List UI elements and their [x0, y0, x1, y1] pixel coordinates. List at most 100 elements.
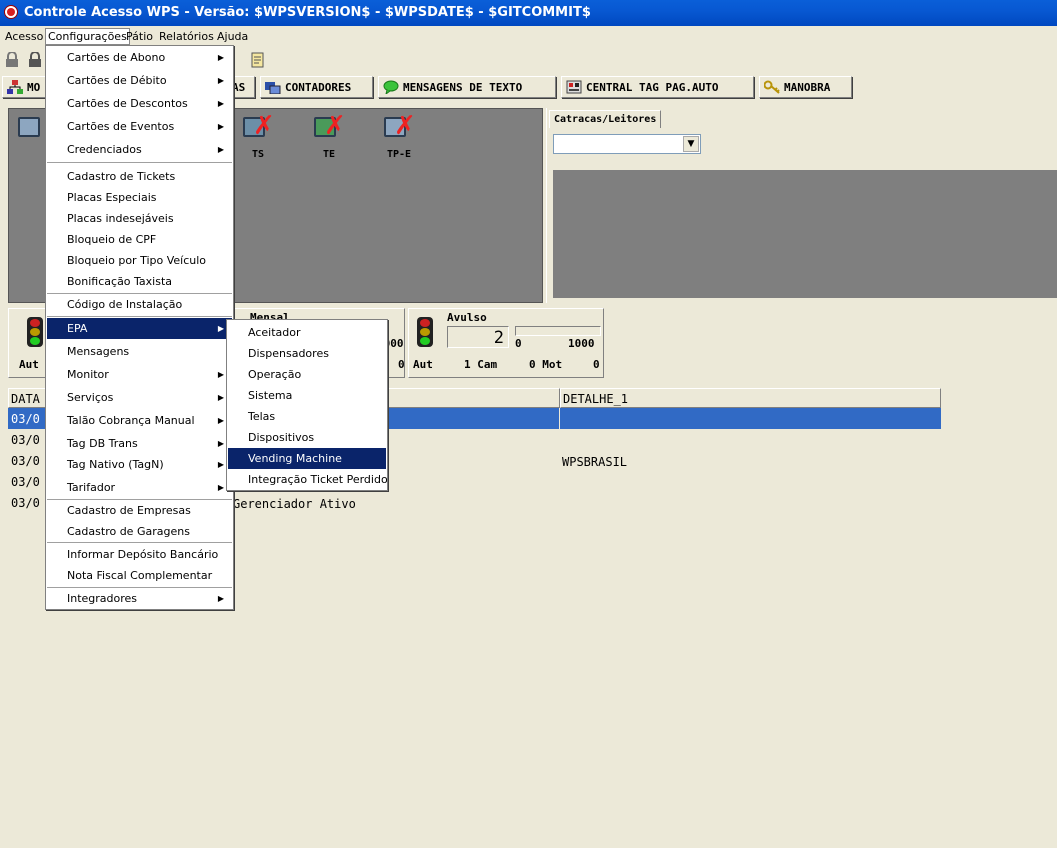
- table-cell-detail: WPSBRASIL: [562, 455, 628, 469]
- device-offline-icon: ✗: [312, 113, 346, 143]
- menu-acesso[interactable]: Acesso: [5, 30, 43, 43]
- menu-item-bloqueio-tipo-veiculo[interactable]: Bloqueio por Tipo Veículo: [47, 250, 232, 271]
- menu-item-vending-machine[interactable]: Vending Machine: [228, 448, 386, 469]
- menu-item-monitor[interactable]: Monitor ▶: [47, 364, 232, 385]
- catracas-panel: Catracas/Leitores ▼: [546, 108, 1057, 303]
- menu-configuracoes[interactable]: Configurações: [45, 28, 130, 45]
- menu-separator: [47, 542, 232, 543]
- report-icon[interactable]: [250, 52, 266, 68]
- table-row[interactable]: 03/0: [11, 454, 40, 468]
- menu-item-placas-indesejaveis[interactable]: Placas indesejáveis: [47, 208, 232, 229]
- menu-item-talao-cobranca[interactable]: Talão Cobrança Manual ▶: [47, 410, 232, 431]
- status-panel-avulso: Avulso 2 0 1000 Aut 1 Cam 0 Mot 0: [408, 308, 604, 378]
- tab-manobra-label: MANOBRA: [784, 80, 831, 94]
- device-ts[interactable]: ✗ TS: [238, 113, 278, 160]
- menu-item-tarifador[interactable]: Tarifador ▶: [47, 477, 232, 498]
- menu-item-dispensadores[interactable]: Dispensadores: [228, 343, 386, 364]
- menu-item-integradores[interactable]: Integradores ▶: [47, 588, 232, 609]
- traffic-light-icon: [417, 317, 433, 347]
- table-cell-message: Gerenciador Ativo: [233, 497, 356, 511]
- device-label: TE: [322, 149, 336, 160]
- menu-item-aceitador[interactable]: Aceitador: [228, 322, 386, 343]
- menu-item-dispositivos[interactable]: Dispositivos: [228, 427, 386, 448]
- tab-central-tag-label: CENTRAL TAG PAG.AUTO: [586, 80, 719, 94]
- speech-bubble-icon: [383, 80, 399, 96]
- chevron-down-icon[interactable]: ▼: [683, 136, 699, 152]
- traffic-light-icon: [27, 317, 43, 347]
- menu-item-epa[interactable]: EPA ▶: [47, 318, 232, 339]
- avulso-title: Avulso: [447, 311, 487, 324]
- window-title: Controle Acesso WPS - Versão: $WPSVERSIO…: [24, 5, 591, 20]
- configuracoes-menu: Cartões de Abono ▶ Cartões de Débito ▶ Car…: [45, 45, 234, 610]
- tab-monitor[interactable]: MO: [2, 76, 48, 98]
- menu-separator: [47, 162, 232, 163]
- menu-relatorios[interactable]: Relatórios: [159, 30, 214, 43]
- tab-mensagens-de-texto[interactable]: MENSAGENS DE TEXTO: [378, 76, 556, 98]
- table-row[interactable]: 03/0: [11, 433, 40, 447]
- catracas-list: [553, 170, 1057, 298]
- avulso-last: 0: [593, 358, 600, 371]
- menu-item-cartoes-descontos[interactable]: Cartões de Descontos ▶: [47, 93, 232, 114]
- catracas-select[interactable]: ▼: [553, 134, 701, 154]
- mensal-count: 0: [398, 358, 405, 371]
- avulso-mot: 0 Mot: [529, 358, 563, 371]
- app-icon: [4, 5, 18, 19]
- avulso-aut-label: Aut: [413, 358, 433, 371]
- table-row[interactable]: 03/0: [11, 496, 40, 510]
- menu-item-cadastro-empresas[interactable]: Cadastro de Empresas: [47, 500, 232, 521]
- menu-item-bonificacao-taxista[interactable]: Bonificação Taxista: [47, 271, 232, 292]
- counters-icon: [265, 80, 281, 95]
- menu-item-cadastro-tickets[interactable]: Cadastro de Tickets: [47, 166, 232, 187]
- menu-item-operacao[interactable]: Operação: [228, 364, 386, 385]
- key-icon: [763, 80, 780, 94]
- toll-icon: [566, 80, 582, 94]
- menu-item-codigo-instalacao[interactable]: Código de Instalação: [47, 294, 232, 315]
- table-row[interactable]: 03/0: [11, 412, 40, 426]
- tab-catracas-leitores[interactable]: Catracas/Leitores: [549, 110, 662, 128]
- device-te[interactable]: ✗ TE: [309, 113, 349, 160]
- lock-icon[interactable]: [5, 51, 21, 68]
- menu-item-cadastro-garagens[interactable]: Cadastro de Garagens: [47, 521, 232, 542]
- menu-patio[interactable]: Pátio: [126, 30, 153, 43]
- device-offline-icon: ✗: [241, 113, 275, 143]
- menu-item-telas[interactable]: Telas: [228, 406, 386, 427]
- title-bar: Controle Acesso WPS - Versão: $WPSVERSIO…: [0, 0, 1057, 26]
- menu-item-mensagens[interactable]: Mensagens: [47, 341, 232, 362]
- avulso-max: 1000: [568, 337, 595, 350]
- grid-header-detalhe[interactable]: DETALHE_1: [560, 388, 941, 408]
- device-label: TS: [251, 149, 265, 160]
- device-label: TP-E: [386, 149, 412, 160]
- tab-contadores-label: CONTADORES: [285, 80, 352, 94]
- menu-item-deposito-bancario[interactable]: Informar Depósito Bancário: [47, 544, 232, 565]
- menu-item-cartoes-eventos[interactable]: Cartões de Eventos ▶: [47, 116, 232, 137]
- avulso-cam: 1 Cam: [464, 358, 498, 371]
- epa-submenu: Aceitador Dispensadores Operação Sistema…: [226, 319, 388, 491]
- menu-item-integracao-ticket-perdido[interactable]: Integração Ticket Perdido: [228, 469, 388, 490]
- menu-ajuda[interactable]: Ajuda: [217, 30, 248, 43]
- menu-item-credenciados[interactable]: Credenciados ▶: [47, 139, 232, 160]
- table-row[interactable]: 03/0: [11, 475, 40, 489]
- menu-item-placas-especiais[interactable]: Placas Especiais: [47, 187, 232, 208]
- menu-separator: [47, 316, 232, 317]
- menu-item-bloqueio-cpf[interactable]: Bloqueio de CPF: [47, 229, 232, 250]
- tab-contadores[interactable]: CONTADORES: [260, 76, 373, 98]
- menu-item-sistema[interactable]: Sistema: [228, 385, 386, 406]
- menu-item-cartoes-debito[interactable]: Cartões de Débito ▶: [47, 70, 232, 91]
- menubar: Acesso Configurações Pátio Relatórios Aj…: [0, 27, 1057, 46]
- menu-item-nota-fiscal[interactable]: Nota Fiscal Complementar: [47, 565, 232, 586]
- tab-central-tag[interactable]: CENTRAL TAG PAG.AUTO: [561, 76, 754, 98]
- padlock-icon[interactable]: [28, 51, 44, 68]
- menu-item-servicos[interactable]: Serviços ▶: [47, 387, 232, 408]
- status-aut-label: Aut: [19, 358, 39, 371]
- grid-divider: [559, 408, 560, 429]
- network-icon: [7, 80, 23, 94]
- device-tp-e[interactable]: ✗ TP-E: [379, 113, 419, 160]
- avulso-current: 2: [493, 328, 504, 348]
- tab-manobra[interactable]: MANOBRA: [759, 76, 852, 98]
- menu-item-tag-db-trans[interactable]: Tag DB Trans ▶: [47, 433, 232, 454]
- tab-mensagens-label: MENSAGENS DE TEXTO: [403, 80, 523, 94]
- menu-item-cartoes-abono[interactable]: Cartões de Abono ▶: [47, 47, 232, 68]
- menu-item-tag-nativo[interactable]: Tag Nativo (TagN) ▶: [47, 454, 232, 475]
- tab-monitor-label: MO: [27, 80, 41, 94]
- avulso-progress-bar: [515, 326, 601, 336]
